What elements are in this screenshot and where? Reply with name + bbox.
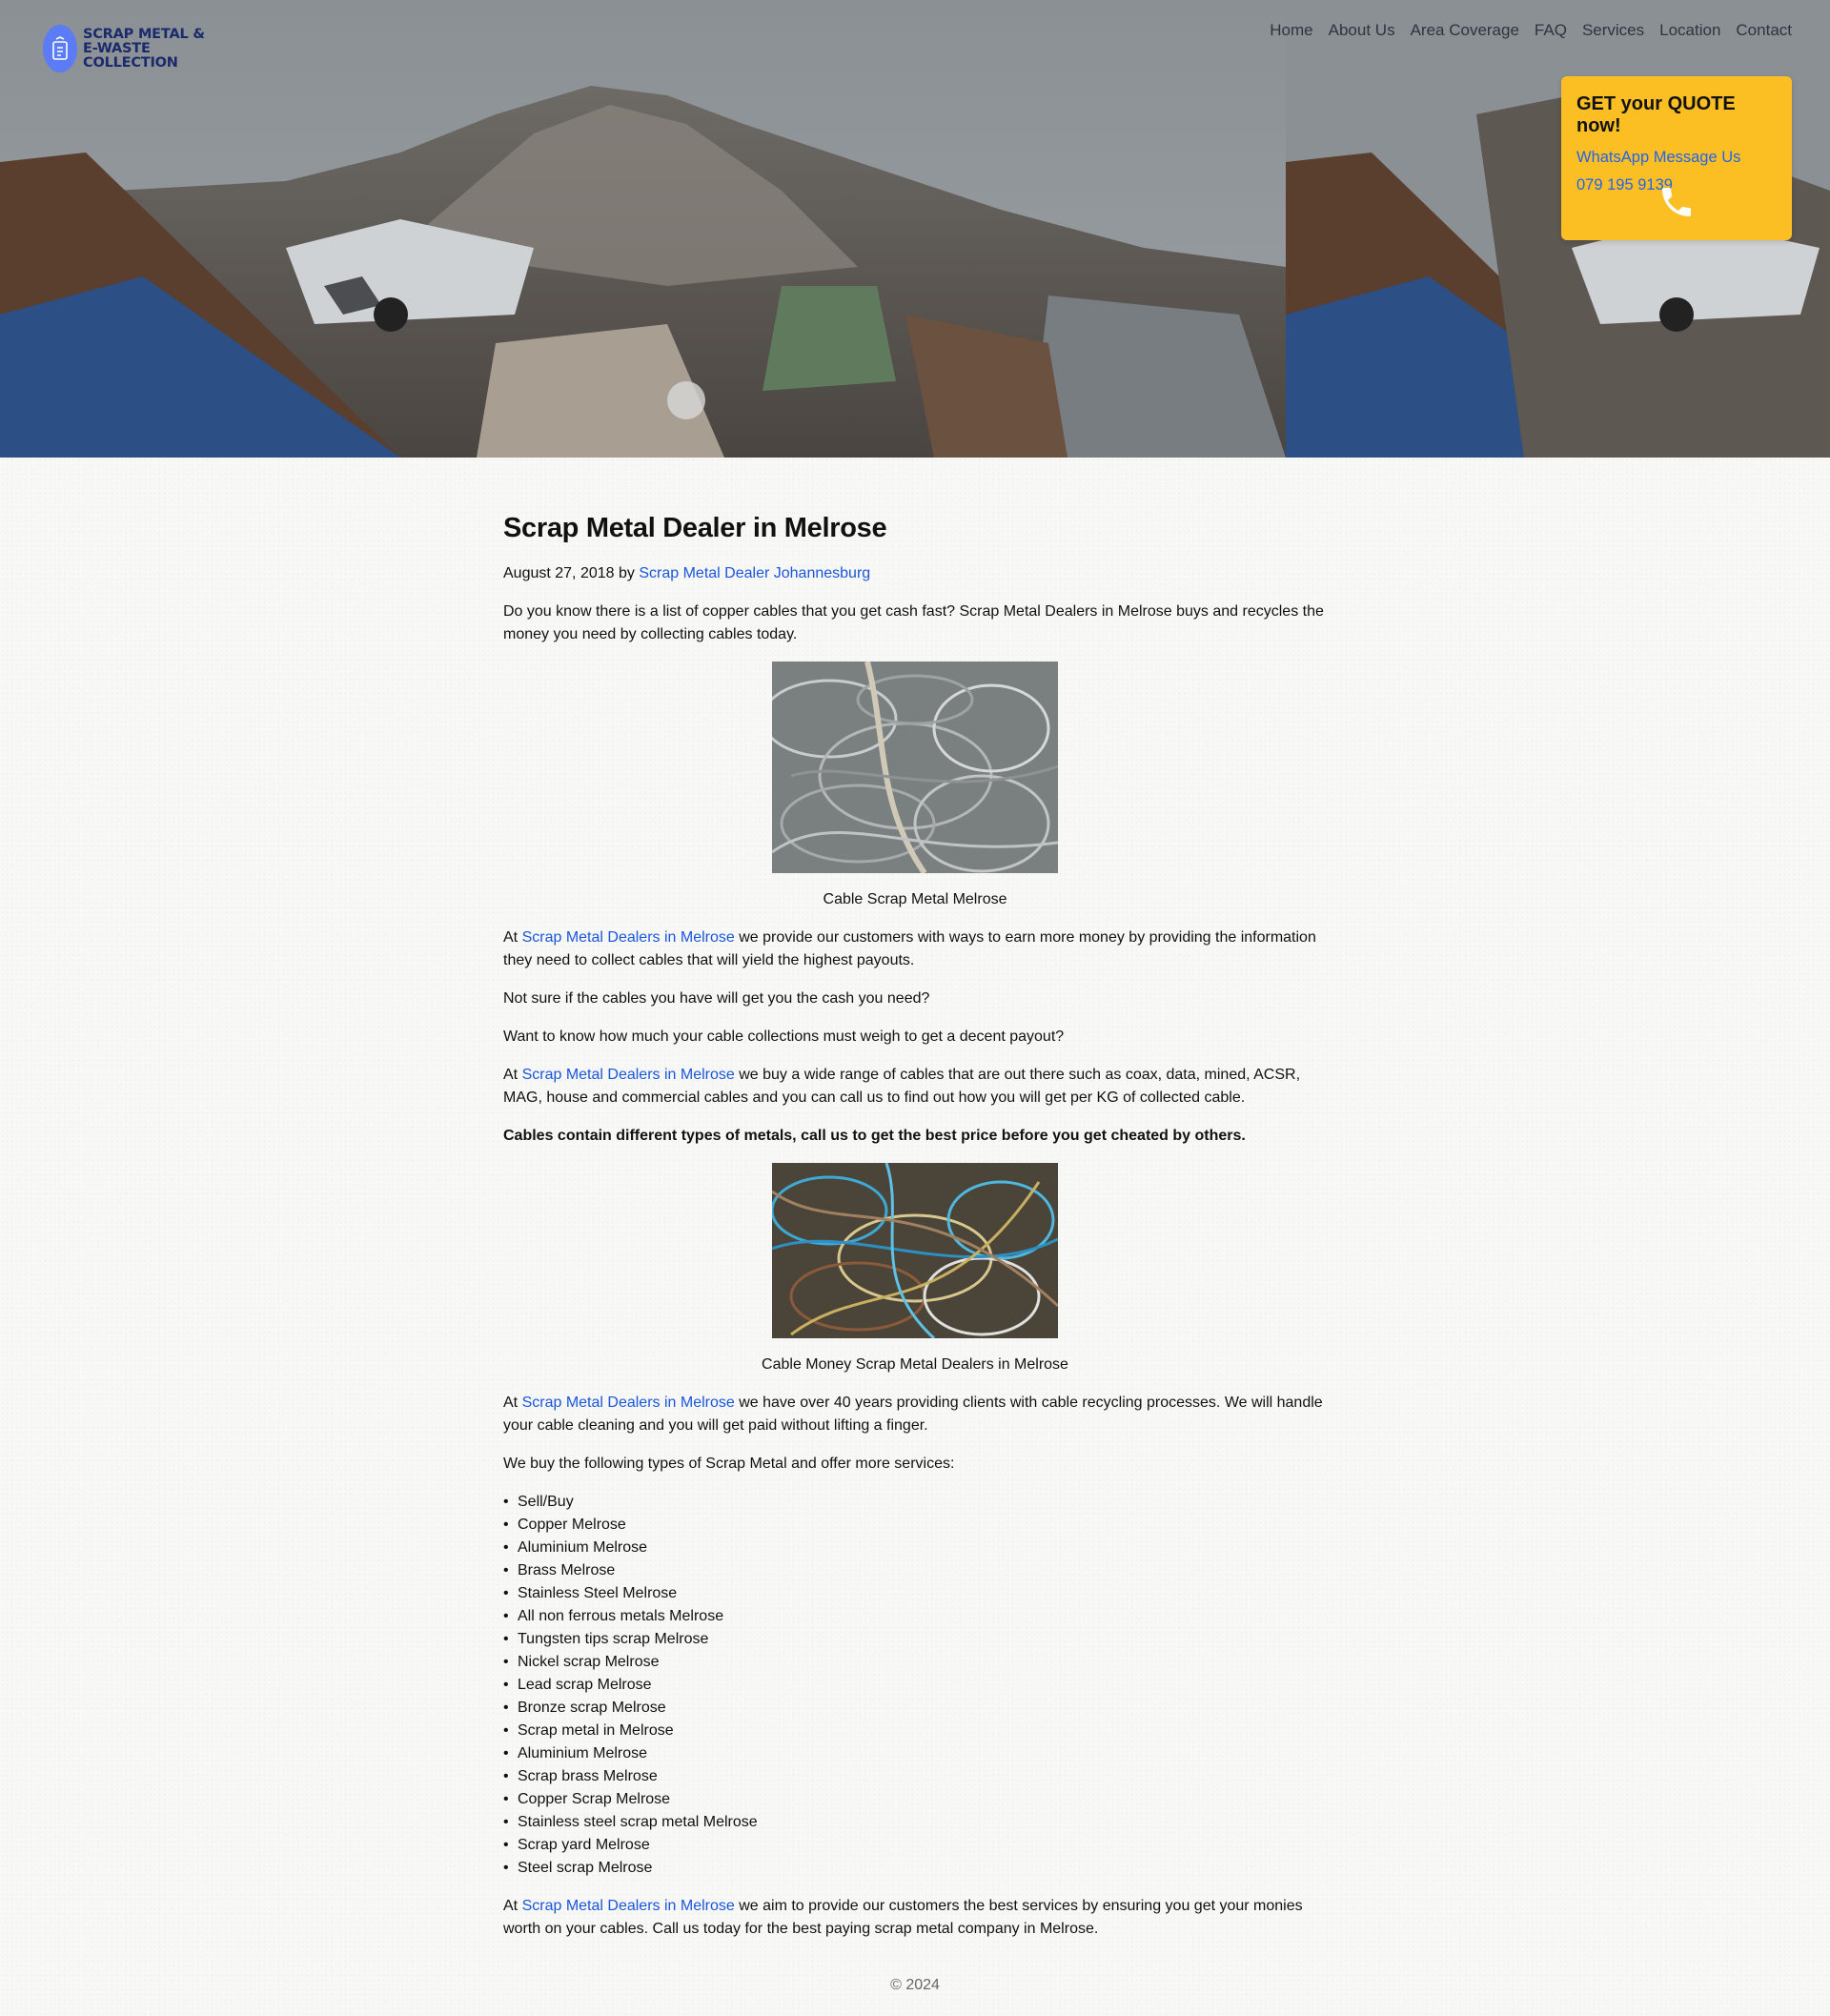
nav-services[interactable]: Services: [1582, 21, 1644, 40]
list-item: Sell/Buy: [503, 1491, 1327, 1514]
quote-box: GET your QUOTE now! WhatsApp Message Us …: [1561, 76, 1792, 240]
page-title: Scrap Metal Dealer in Melrose: [503, 513, 887, 543]
whatsapp-link[interactable]: WhatsApp Message Us: [1576, 149, 1777, 167]
list-item: Aluminium Melrose: [503, 1742, 1327, 1765]
list-item: Aluminium Melrose: [503, 1537, 1327, 1559]
list-item: Scrap yard Melrose: [503, 1834, 1327, 1857]
nav-area-coverage[interactable]: Area Coverage: [1411, 21, 1519, 40]
at-text: At: [503, 1898, 518, 1914]
list-item: Tungsten tips scrap Melrose: [503, 1628, 1327, 1651]
dealer-link[interactable]: Scrap Metal Dealers in Melrose: [522, 929, 735, 946]
paragraph-7: At Scrap Metal Dealers in Melrose we hav…: [503, 1392, 1327, 1437]
recycle-icon: [43, 25, 77, 72]
paragraph-9: At Scrap Metal Dealers in Melrose we aim…: [503, 1895, 1327, 1941]
list-item: Copper Melrose: [503, 1514, 1327, 1537]
list-item: Brass Melrose: [503, 1559, 1327, 1582]
list-item: Stainless Steel Melrose: [503, 1582, 1327, 1605]
post-meta: August 27, 2018 by Scrap Metal Dealer Jo…: [503, 562, 1327, 585]
figure-cable-money: Cable Money Scrap Metal Dealers in Melro…: [503, 1163, 1327, 1376]
dealer-link[interactable]: Scrap Metal Dealers in Melrose: [522, 1395, 735, 1411]
nav-home[interactable]: Home: [1270, 21, 1312, 40]
list-item: Copper Scrap Melrose: [503, 1788, 1327, 1811]
cable-scrap-image: [772, 662, 1058, 873]
nav-faq[interactable]: FAQ: [1535, 21, 1567, 40]
post-date: August 27, 2018: [503, 565, 615, 581]
paragraph-4: Want to know how much your cable collect…: [503, 1028, 1065, 1045]
post-by: by: [619, 565, 635, 581]
list-item: Scrap metal in Melrose: [503, 1720, 1327, 1742]
at-text: At: [503, 1067, 518, 1083]
dealer-link[interactable]: Scrap Metal Dealers in Melrose: [522, 1898, 735, 1914]
phone-icon[interactable]: [1657, 183, 1696, 221]
figure-caption: Cable Scrap Metal Melrose: [823, 891, 1007, 907]
list-item: Scrap brass Melrose: [503, 1765, 1327, 1788]
nav-location[interactable]: Location: [1659, 21, 1720, 40]
at-text: At: [503, 1395, 518, 1411]
list-item: Nickel scrap Melrose: [503, 1651, 1327, 1674]
list-item: Bronze scrap Melrose: [503, 1697, 1327, 1720]
article: Scrap Metal Dealer in Melrose August 27,…: [503, 507, 1327, 1956]
copyright: © 2024: [890, 1977, 940, 1993]
nav-contact[interactable]: Contact: [1736, 21, 1792, 40]
dealer-link[interactable]: Scrap Metal Dealers in Melrose: [522, 1067, 735, 1083]
list-item: All non ferrous metals Melrose: [503, 1605, 1327, 1628]
footer: © 2024: [0, 1977, 1830, 1994]
paragraph-6: Cables contain different types of metals…: [503, 1128, 1246, 1144]
quote-title: GET your QUOTE now!: [1576, 93, 1736, 136]
paragraph-2: At Scrap Metal Dealers in Melrose we pro…: [503, 927, 1327, 972]
figure-cable-scrap: Cable Scrap Metal Melrose: [503, 662, 1327, 911]
services-list: Sell/Buy Copper Melrose Aluminium Melros…: [503, 1491, 1327, 1880]
list-item: Lead scrap Melrose: [503, 1674, 1327, 1697]
intro-paragraph: Do you know there is a list of copper ca…: [503, 603, 1324, 642]
nav-about-us[interactable]: About Us: [1329, 21, 1395, 40]
at-text: At: [503, 929, 518, 946]
logo-text: SCRAP METAL & E-WASTE COLLECTION: [83, 26, 205, 71]
site-logo[interactable]: SCRAP METAL & E-WASTE COLLECTION: [43, 25, 216, 72]
figure-caption: Cable Money Scrap Metal Dealers in Melro…: [762, 1356, 1068, 1373]
hero-banner: [0, 0, 1830, 458]
cable-money-image: [772, 1163, 1058, 1338]
paragraph-3: Not sure if the cables you have will get…: [503, 990, 930, 1007]
list-item: Steel scrap Melrose: [503, 1857, 1327, 1880]
list-item: Stainless steel scrap metal Melrose: [503, 1811, 1327, 1834]
paragraph-5: At Scrap Metal Dealers in Melrose we buy…: [503, 1064, 1327, 1110]
main-nav: Home About Us Area Coverage FAQ Services…: [1270, 21, 1792, 40]
paragraph-8: We buy the following types of Scrap Meta…: [503, 1456, 955, 1472]
author-link[interactable]: Scrap Metal Dealer Johannesburg: [639, 565, 870, 581]
